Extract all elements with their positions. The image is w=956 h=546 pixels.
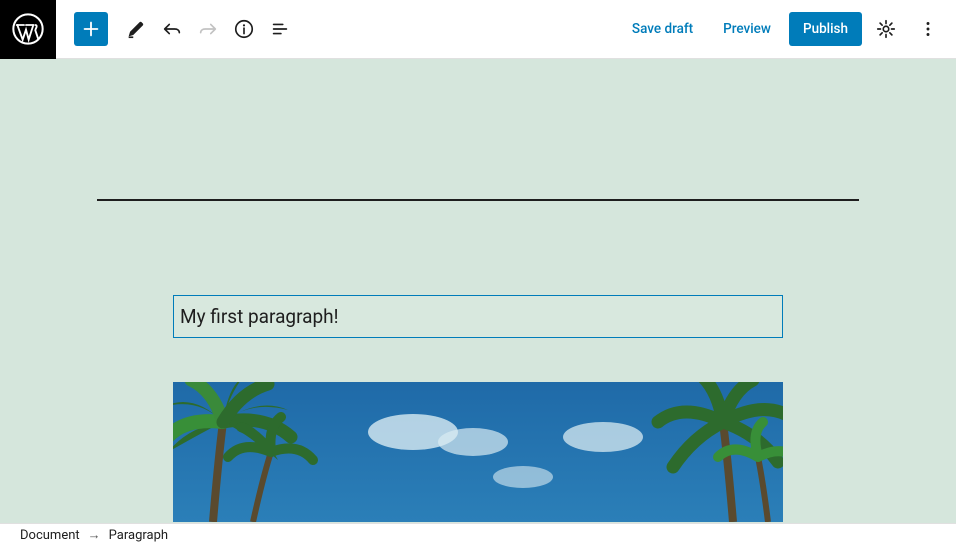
pencil-icon — [125, 18, 147, 40]
outline-button[interactable] — [262, 11, 298, 47]
paragraph-block[interactable]: My first paragraph! — [173, 295, 783, 338]
toolbar-right-group: Save draft Preview Publish — [620, 11, 956, 47]
breadcrumb-current[interactable]: Paragraph — [109, 528, 168, 543]
undo-icon — [161, 18, 183, 40]
breadcrumb-root[interactable]: Document — [20, 528, 80, 543]
image-block[interactable] — [173, 382, 783, 522]
info-button[interactable] — [226, 11, 262, 47]
title-separator — [97, 199, 859, 201]
list-icon — [269, 18, 291, 40]
edit-tool-button[interactable] — [118, 11, 154, 47]
more-options-button[interactable] — [910, 11, 946, 47]
preview-button[interactable]: Preview — [711, 13, 783, 45]
more-vertical-icon — [917, 18, 939, 40]
chevron-right-icon: → — [88, 527, 101, 543]
breadcrumb-bar: Document → Paragraph — [0, 523, 956, 546]
info-icon — [233, 18, 255, 40]
settings-button[interactable] — [868, 11, 904, 47]
publish-button[interactable]: Publish — [789, 12, 862, 46]
editor-toolbar: Save draft Preview Publish — [0, 0, 956, 59]
editor-canvas[interactable]: My first paragraph! — [0, 59, 956, 523]
plus-icon — [80, 18, 102, 40]
undo-button[interactable] — [154, 11, 190, 47]
toolbar-left-group — [56, 11, 298, 47]
add-block-button[interactable] — [74, 12, 108, 46]
wordpress-logo[interactable] — [0, 0, 56, 59]
redo-button — [190, 11, 226, 47]
gear-icon — [875, 18, 897, 40]
save-draft-button[interactable]: Save draft — [620, 13, 705, 45]
redo-icon — [197, 18, 219, 40]
wordpress-icon — [12, 13, 44, 45]
image-content — [173, 382, 783, 522]
page-content: My first paragraph! — [97, 59, 859, 522]
